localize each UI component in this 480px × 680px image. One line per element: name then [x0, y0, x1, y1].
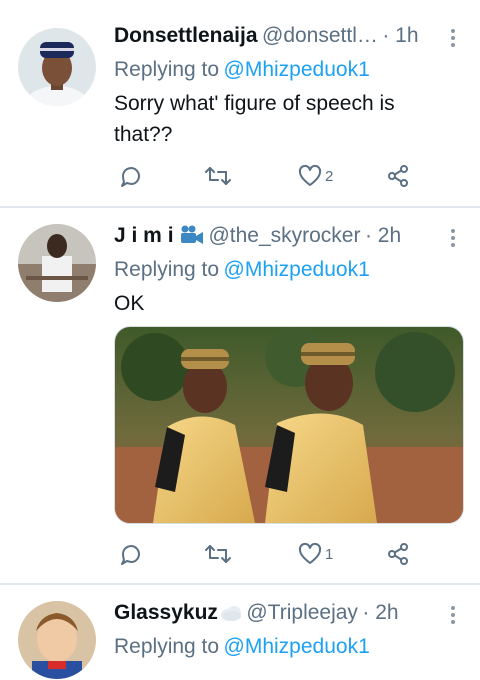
tweet-actions: 2: [114, 162, 434, 190]
retweet-button[interactable]: [204, 540, 235, 568]
like-count: 2: [325, 167, 334, 185]
tweet-text: OK: [114, 292, 145, 315]
timestamp[interactable]: · 2h: [365, 224, 401, 247]
like-icon: [298, 542, 322, 564]
share-icon: [388, 543, 408, 565]
like-button[interactable]: 1: [298, 540, 333, 568]
tweet-actions: 1: [114, 540, 434, 568]
replying-label: Replying to: [114, 635, 220, 658]
like-button[interactable]: 2: [298, 162, 333, 190]
retweet-button[interactable]: [204, 162, 235, 190]
display-name[interactable]: J i m i: [114, 224, 174, 247]
share-button[interactable]: [386, 162, 410, 190]
share-icon: [388, 165, 408, 187]
reply-icon: [121, 545, 140, 565]
replying-to-link[interactable]: @Mhizpeduok1: [224, 58, 370, 81]
replying-label: Replying to: [114, 258, 220, 281]
reply-icon: [121, 167, 140, 187]
more-options-icon[interactable]: [450, 29, 456, 50]
replying-label: Replying to: [114, 58, 220, 81]
share-button[interactable]: [386, 540, 410, 568]
user-handle[interactable]: @the_skyrocker: [208, 224, 360, 247]
display-name[interactable]: Glassykuz: [114, 601, 218, 624]
display-name[interactable]: Donsettlenaija: [114, 24, 258, 47]
replying-to-link[interactable]: @Mhizpeduok1: [224, 635, 370, 658]
retweet-icon: [205, 167, 231, 185]
more-options-icon[interactable]: [450, 606, 456, 627]
timestamp[interactable]: · 2h: [362, 601, 398, 624]
movie-camera-emoji: [180, 225, 203, 244]
tweet-3[interactable]: Glassykuz @Tripleejay · 2h Replying to @…: [0, 585, 480, 680]
like-icon: [298, 164, 322, 186]
retweet-icon: [205, 545, 231, 563]
tweet-1[interactable]: Donsettlenaija @donsettl… · 1h Replying …: [0, 0, 480, 205]
user-handle[interactable]: @donsettl…: [262, 24, 378, 47]
avatar[interactable]: [18, 28, 96, 106]
like-count: 1: [325, 545, 334, 563]
replying-to-link[interactable]: @Mhizpeduok1: [224, 258, 370, 281]
avatar[interactable]: [18, 601, 96, 679]
cloud-emoji: [220, 606, 241, 621]
more-options-icon[interactable]: [450, 229, 456, 250]
reply-button[interactable]: [118, 540, 145, 568]
timestamp[interactable]: · 1h: [382, 24, 418, 47]
tweet-media-image[interactable]: [114, 326, 464, 524]
reply-button[interactable]: [118, 162, 145, 190]
user-handle[interactable]: @Tripleejay: [246, 601, 358, 624]
avatar[interactable]: [18, 224, 96, 302]
tweet-text: Sorry what' figure of speech is that??: [114, 92, 395, 146]
tweet-2[interactable]: J i m i @the_skyrocker · 2h Replying to …: [0, 208, 480, 582]
